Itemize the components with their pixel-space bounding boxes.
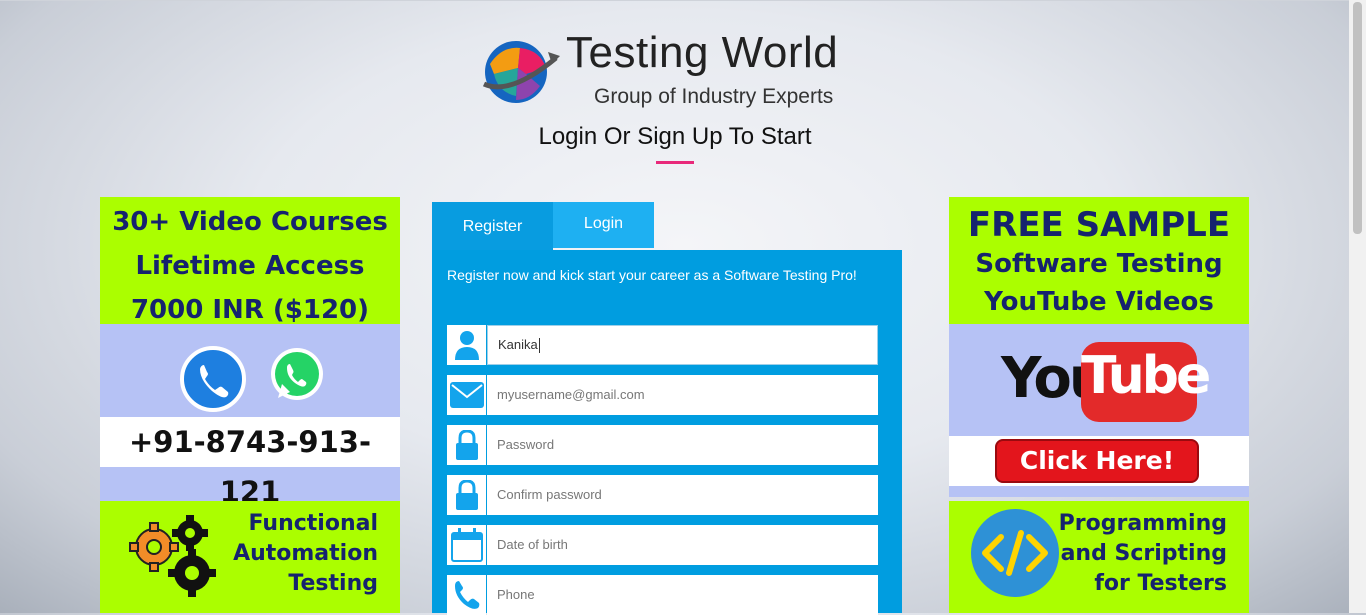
- confirm-password-field[interactable]: Confirm password: [447, 475, 878, 515]
- functional-automation-ad[interactable]: Functional Automation Testing: [100, 501, 400, 613]
- globe-puzzle-icon: [482, 41, 560, 103]
- envelope-icon: [447, 375, 486, 415]
- youtube-logo-tube: Tube: [1081, 346, 1211, 406]
- phone-icon: [447, 575, 486, 615]
- title-underline: [656, 161, 694, 164]
- courses-line-2: Lifetime Access: [135, 251, 365, 281]
- programming-text: Programming and Scripting for Testers: [1059, 509, 1227, 599]
- courses-line-1: 30+ Video Courses: [112, 207, 388, 237]
- dob-field[interactable]: Date of birth: [447, 525, 878, 565]
- page-title: Login Or Sign Up To Start: [538, 123, 812, 150]
- functional-line-1: Functional: [248, 511, 378, 536]
- phone-field[interactable]: Phone: [447, 575, 878, 615]
- contact-ad[interactable]: +91-8743-913-121: [100, 324, 400, 509]
- functional-line-3: Testing: [288, 571, 378, 596]
- tab-register[interactable]: Register: [432, 202, 553, 250]
- programming-ad[interactable]: Programming and Scripting for Testers: [949, 501, 1249, 613]
- confirm-password-input[interactable]: Confirm password: [487, 475, 878, 515]
- tab-login[interactable]: Login: [553, 202, 654, 248]
- lock-icon: [447, 425, 486, 465]
- click-here-button[interactable]: Click Here!: [995, 439, 1199, 483]
- brand-tagline: Group of Industry Experts: [594, 85, 834, 108]
- lock-icon: [447, 475, 486, 515]
- phone-call-icon: [180, 346, 246, 412]
- programming-line-2: and Scripting: [1060, 541, 1227, 566]
- programming-line-3: for Testers: [1094, 571, 1227, 596]
- email-field[interactable]: myusername@gmail.com: [447, 375, 878, 415]
- click-strip: Click Here!: [949, 436, 1249, 486]
- free-sample-line-1: FREE SAMPLE: [967, 205, 1231, 245]
- user-icon: [447, 325, 486, 365]
- functional-line-2: Automation: [233, 541, 378, 566]
- password-input[interactable]: Password: [487, 425, 878, 465]
- courses-line-3: 7000 INR ($120): [130, 295, 370, 325]
- code-icon: [971, 509, 1059, 597]
- gears-icon: [129, 515, 216, 597]
- testing-world-logo[interactable]: Testing World Group of Industry Experts: [480, 28, 880, 110]
- name-input[interactable]: Kanika: [487, 325, 878, 365]
- scrollbar-thumb[interactable]: [1353, 2, 1362, 234]
- youtube-ad[interactable]: You Tube Click Here!: [949, 324, 1249, 497]
- email-input[interactable]: myusername@gmail.com: [487, 375, 878, 415]
- vertical-scrollbar[interactable]: [1349, 0, 1366, 613]
- programming-line-1: Programming: [1058, 511, 1227, 536]
- register-panel: Register now and kick start your career …: [432, 250, 902, 615]
- text-caret: [538, 338, 540, 354]
- phone-input[interactable]: Phone: [487, 575, 878, 615]
- register-intro: Register now and kick start your career …: [447, 267, 857, 283]
- functional-text: Functional Automation Testing: [233, 509, 378, 599]
- phone-strip: +91-8743-913-121: [100, 417, 400, 509]
- video-courses-ad[interactable]: 30+ Video Courses Lifetime Access 7000 I…: [100, 197, 400, 325]
- name-field[interactable]: Kanika: [447, 325, 878, 365]
- top-border: [0, 0, 1366, 1]
- free-sample-line-2: Software Testing: [975, 249, 1223, 279]
- calendar-icon: [447, 525, 486, 565]
- free-sample-ad[interactable]: FREE SAMPLE Software Testing YouTube Vid…: [949, 197, 1249, 324]
- whatsapp-icon: [268, 346, 326, 404]
- free-sample-line-3: YouTube Videos: [984, 287, 1214, 317]
- brand-name: Testing World: [566, 28, 839, 77]
- dob-input[interactable]: Date of birth: [487, 525, 878, 565]
- password-field[interactable]: Password: [447, 425, 878, 465]
